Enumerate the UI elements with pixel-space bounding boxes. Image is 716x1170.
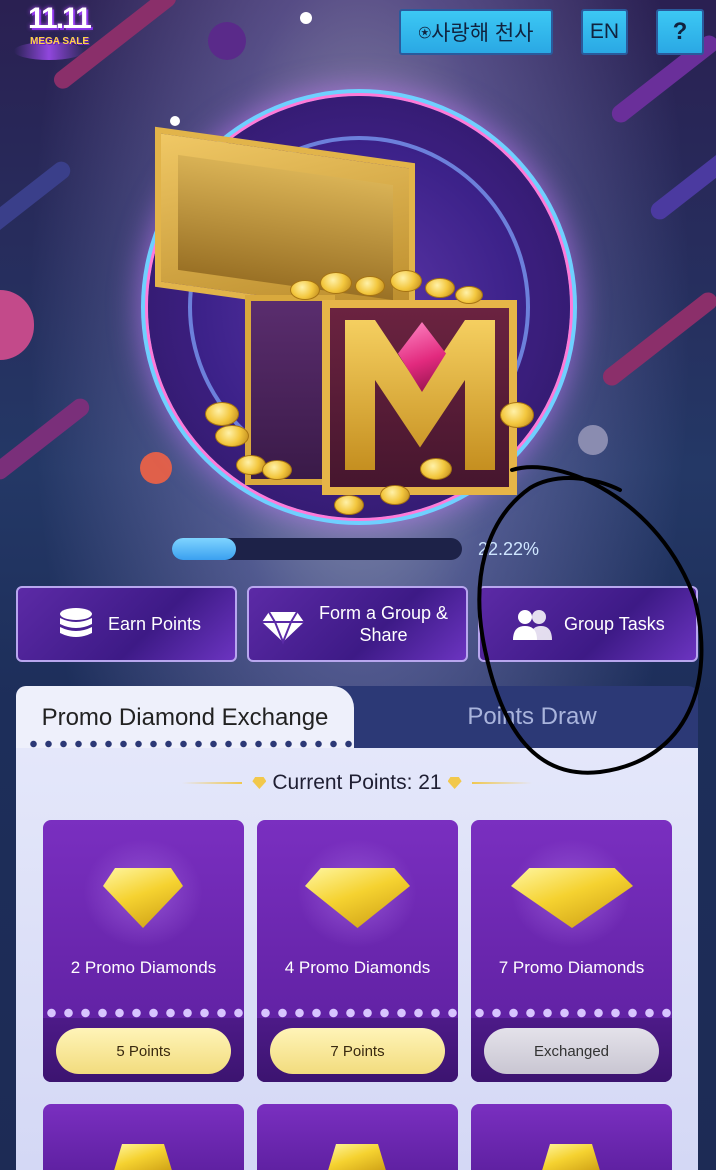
form-group-share-button[interactable]: Form a Group & Share (247, 586, 468, 662)
coin-icon (355, 276, 385, 296)
earn-points-label: Earn Points (108, 613, 202, 634)
coin-icon (500, 402, 534, 428)
reward-name: 7 Promo Diamonds (498, 958, 645, 977)
decor-dot (170, 116, 180, 126)
progress-bar (172, 538, 462, 560)
reward-card-partial (471, 1104, 672, 1170)
gem-icon (252, 777, 267, 789)
group-people-icon (513, 610, 552, 640)
exchange-button[interactable]: 7 Points (270, 1028, 445, 1074)
gem-icon (447, 777, 462, 789)
reward-name: 4 Promo Diamonds (284, 958, 431, 977)
exchanged-button[interactable]: Exchanged (484, 1028, 659, 1074)
decor-dot (140, 452, 172, 484)
earn-points-button[interactable]: Earn Points (16, 586, 237, 662)
exchange-button[interactable]: 5 Points (56, 1028, 231, 1074)
progress-percent: 22.22% (478, 539, 540, 559)
promo-diamond-icon (327, 1144, 387, 1170)
card-divider (471, 1008, 672, 1018)
reward-card-partial (43, 1104, 244, 1170)
tab-divider (26, 740, 356, 748)
promo-diamond-icon (541, 1144, 601, 1170)
progress-fill (172, 538, 237, 560)
coins-stack-icon (60, 608, 92, 637)
reward-card-partial (257, 1104, 458, 1170)
decor-dot (300, 12, 312, 24)
reward-card: 7 Promo Diamonds Exchanged (471, 820, 672, 1082)
reward-card: 2 Promo Diamonds 5 Points (43, 820, 244, 1082)
coin-icon (380, 485, 410, 505)
card-divider (257, 1008, 458, 1018)
form-group-share-label: Form a Group & Share (319, 602, 448, 646)
logo-main-text: 11.11 (28, 2, 92, 35)
logo-sub-text: MEGA SALE (30, 36, 90, 47)
language-button[interactable]: EN (581, 9, 628, 55)
form-group-label-line1: Form a Group & (319, 603, 449, 623)
user-button[interactable]: ⍟사랑해 천사 (399, 9, 553, 55)
coin-icon (215, 425, 249, 447)
decor-dot (578, 425, 608, 455)
help-button[interactable]: ? (656, 9, 704, 55)
current-points-label: Current Points: 21 (272, 771, 442, 794)
decor-line (182, 782, 243, 784)
group-tasks-label: Group Tasks (564, 613, 665, 634)
coin-icon (334, 495, 364, 515)
coin-icon (320, 272, 352, 294)
tab-points-draw[interactable]: Points Draw (366, 686, 698, 748)
promo-diamond-icon (113, 1144, 173, 1170)
coin-icon (390, 270, 422, 292)
decor-line (471, 782, 532, 784)
group-tasks-button[interactable]: Group Tasks (478, 586, 698, 662)
event-logo: 11.11 MEGA SALE (10, 2, 92, 64)
decor-dot (208, 22, 246, 60)
current-points: Current Points: 21 (16, 766, 698, 800)
reward-name: 2 Promo Diamonds (70, 958, 217, 977)
card-divider (43, 1008, 244, 1018)
coin-icon (420, 458, 452, 480)
reward-card: 4 Promo Diamonds 7 Points (257, 820, 458, 1082)
form-group-label-line2: Share (359, 625, 408, 645)
coin-icon (290, 280, 320, 300)
coin-icon (455, 286, 483, 304)
coin-icon (425, 278, 455, 298)
diamond-icon (262, 611, 304, 645)
coin-icon (205, 402, 239, 426)
coin-icon (262, 460, 292, 480)
